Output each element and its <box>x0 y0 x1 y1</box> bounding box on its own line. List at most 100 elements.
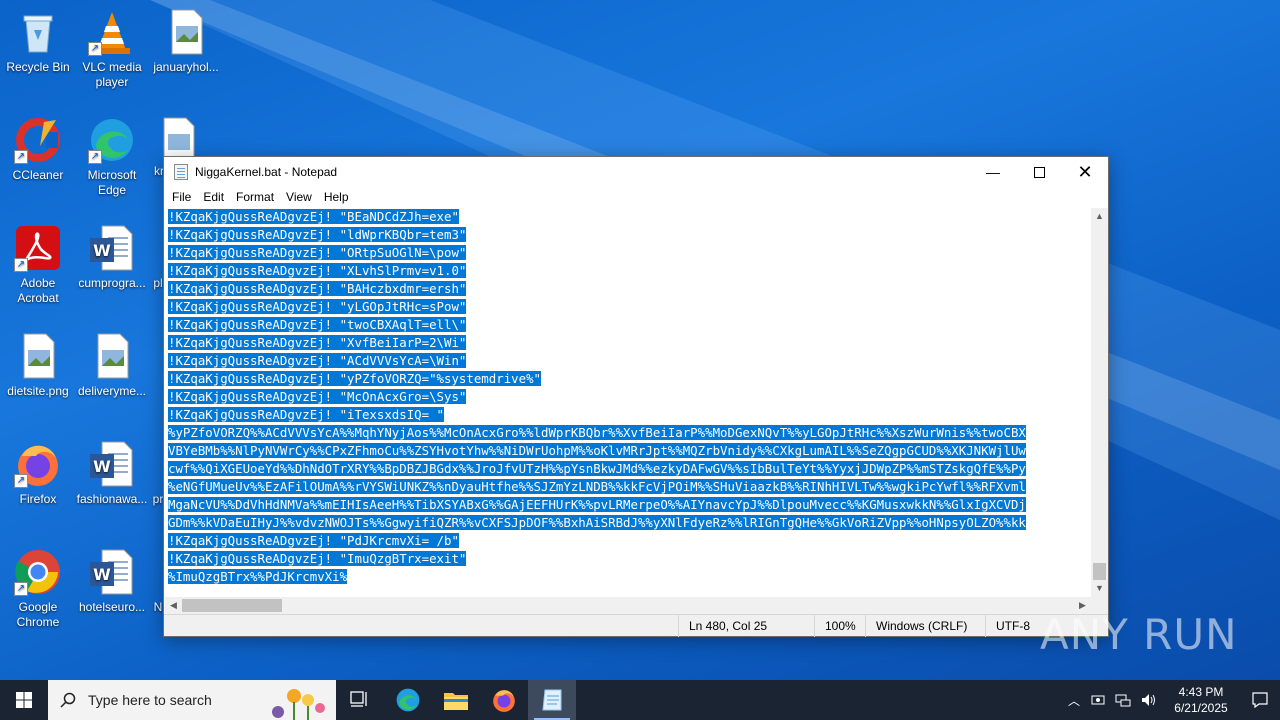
image-file-icon <box>14 332 62 380</box>
search-placeholder: Type here to search <box>88 692 212 708</box>
desktop-icon-hotelseuro[interactable]: W hotelseuro... <box>74 548 150 615</box>
editor-line[interactable]: !KZqaKjgQussReADgvzEj! "ImuQzgBTrx=exit" <box>165 550 1091 568</box>
task-view-button[interactable] <box>336 680 384 720</box>
search-highlight-flowers-icon <box>272 689 325 720</box>
show-hidden-icons-chevron-icon[interactable]: ︿ <box>1062 692 1086 709</box>
editor-line[interactable]: !KZqaKjgQussReADgvzEj! "yPZfoVORZQ="%sys… <box>165 370 1091 388</box>
desktop-icon-label: Adobe Acrobat <box>17 276 59 305</box>
shortcut-arrow-icon: ↗ <box>88 42 102 56</box>
close-button[interactable]: ✕ <box>1062 157 1108 187</box>
desktop-icon-deliveryme[interactable]: deliveryme... <box>74 332 150 399</box>
editor-line[interactable]: !KZqaKjgQussReADgvzEj! "PdJKrcmvXi= /b" <box>165 532 1091 550</box>
desktop-icon-label: Google Chrome <box>16 600 60 629</box>
chrome-icon: ↗ <box>14 548 62 596</box>
svg-text:W: W <box>93 565 111 584</box>
selected-text: !KZqaKjgQussReADgvzEj! "XLvhSlPrmv=v1.0" <box>168 263 467 278</box>
desktop-icon-label: Recycle Bin <box>6 60 70 74</box>
menu-file[interactable]: File <box>166 190 197 204</box>
editor-line[interactable]: !KZqaKjgQussReADgvzEj! "ACdVVVsYcA=\Win" <box>165 352 1091 370</box>
desktop-icon-ccleaner[interactable]: ↗ CCleaner <box>0 116 76 183</box>
menu-view[interactable]: View <box>280 190 318 204</box>
desktop-icon-label: CCleaner <box>12 168 64 182</box>
notepad-window[interactable]: NiggaKernel.bat - Notepad — ✕ File Edit … <box>163 156 1109 637</box>
desktop-icon-label: Microsoft Edge <box>87 168 137 197</box>
editor-line[interactable]: MgaNcVU%%DdVhHdNMVa%%mEIHIsAeeH%%TibXSYA… <box>165 496 1091 514</box>
anyrun-watermark: ANY RUN <box>1040 610 1238 659</box>
menu-edit[interactable]: Edit <box>197 190 230 204</box>
editor-line[interactable]: GDm%%kVDaEuIHyJ%%vdvzNWOJTs%%GgwyifiQZR%… <box>165 514 1091 532</box>
title-bar[interactable]: NiggaKernel.bat - Notepad — ✕ <box>164 157 1108 187</box>
desktop-icon-edge[interactable]: ↗ Microsoft Edge <box>74 116 150 198</box>
desktop-icon-label: hotelseuro... <box>78 600 146 614</box>
desktop-icon-dietsite[interactable]: dietsite.png <box>0 332 76 399</box>
desktop-icon-label: cumprogra... <box>78 276 146 290</box>
editor-line[interactable]: !KZqaKjgQussReADgvzEj! "BEaNDCdZJh=exe" <box>165 208 1091 226</box>
desktop-icon-recycle-bin[interactable]: Recycle Bin <box>0 8 76 75</box>
maximize-icon <box>1033 166 1045 178</box>
editor-line[interactable]: %eNGfUMueUv%%EzAFilOUmA%%rVYSWiUNKZ%%nDy… <box>165 478 1091 496</box>
status-zoom: 100% <box>814 615 856 637</box>
taskbar: Type here to search ︿ 4:43 PM 6/21/2025 <box>0 680 1280 720</box>
scroll-up-icon[interactable]: ▲ <box>1091 208 1108 225</box>
desktop-icon-fashionawa[interactable]: W fashionawa... <box>74 440 150 507</box>
desktop-icon-vlc[interactable]: ↗ VLC media player <box>74 8 150 90</box>
editor-line[interactable]: !KZqaKjgQussReADgvzEj! "twoCBXAqlT=ell\" <box>165 316 1091 334</box>
notepad-icon <box>542 689 562 711</box>
system-clock[interactable]: 4:43 PM 6/21/2025 <box>1162 684 1240 716</box>
selected-text: %eNGfUMueUv%%EzAFilOUmA%%rVYSWiUNKZ%%nDy… <box>168 479 1026 494</box>
scroll-down-icon[interactable]: ▼ <box>1091 580 1108 597</box>
desktop-icon-chrome[interactable]: ↗ Google Chrome <box>0 548 76 630</box>
menu-help[interactable]: Help <box>318 190 355 204</box>
horizontal-scroll-thumb[interactable] <box>182 599 282 612</box>
editor-line[interactable]: !KZqaKjgQussReADgvzEj! "iTexsxdsIQ= " <box>165 406 1091 424</box>
maximize-button[interactable] <box>1016 157 1062 187</box>
taskbar-edge[interactable] <box>384 680 432 720</box>
selected-text: !KZqaKjgQussReADgvzEj! "ACdVVVsYcA=\Win" <box>168 353 467 368</box>
volume-icon[interactable] <box>1141 693 1157 707</box>
shortcut-arrow-icon: ↗ <box>14 474 28 488</box>
vertical-scroll-thumb[interactable] <box>1093 563 1106 580</box>
editor-line[interactable]: cwf%%QiXGEUoeYd%%DhNdOTrXRY%%BpDBZJBGdx%… <box>165 460 1091 478</box>
folder-icon <box>444 693 468 710</box>
taskbar-search-box[interactable]: Type here to search <box>48 680 336 720</box>
minimize-button[interactable]: — <box>970 157 1016 187</box>
menu-format[interactable]: Format <box>230 190 280 204</box>
shortcut-arrow-icon: ↗ <box>14 150 28 164</box>
selected-text: %ImuQzgBTrx%%PdJKrcmvXi% <box>168 569 348 584</box>
selected-text: VBYeBMb%%NlPyNVWrCy%%CPxZFhmoCu%%ZSYHvot… <box>168 443 1026 458</box>
desktop-icon-cumprogra[interactable]: W cumprogra... <box>74 224 150 291</box>
vertical-scrollbar[interactable]: ▲ ▼ <box>1091 208 1108 597</box>
network-icon[interactable] <box>1115 693 1131 707</box>
clock-date: 6/21/2025 <box>1174 701 1228 715</box>
desktop-icon-januaryhol[interactable]: januaryhol... <box>148 8 224 75</box>
taskbar-file-explorer[interactable] <box>432 680 480 720</box>
firefox-icon <box>493 690 515 712</box>
editor-line[interactable]: !KZqaKjgQussReADgvzEj! "yLGOpJtRHc=sPow" <box>165 298 1091 316</box>
editor-line[interactable]: !KZqaKjgQussReADgvzEj! "XLvhSlPrmv=v1.0" <box>165 262 1091 280</box>
action-center-button[interactable] <box>1240 680 1280 720</box>
text-editor[interactable]: !KZqaKjgQussReADgvzEj! "BEaNDCdZJh=exe"!… <box>165 208 1091 597</box>
taskbar-notepad[interactable] <box>528 680 576 720</box>
editor-line[interactable]: !KZqaKjgQussReADgvzEj! "XvfBeiIarP=2\Wi" <box>165 334 1091 352</box>
editor-line[interactable]: !KZqaKjgQussReADgvzEj! "BAHczbxdmr=ersh" <box>165 280 1091 298</box>
editor-line[interactable]: %ImuQzgBTrx%%PdJKrcmvXi% <box>165 568 1091 586</box>
selected-text: !KZqaKjgQussReADgvzEj! "BEaNDCdZJh=exe" <box>168 209 459 224</box>
menu-bar: File Edit Format View Help <box>164 187 1108 207</box>
editor-line[interactable]: VBYeBMb%%NlPyNVWrCy%%CPxZFhmoCu%%ZSYHvot… <box>165 442 1091 460</box>
window-title: NiggaKernel.bat - Notepad <box>195 165 338 179</box>
desktop-icon-acrobat[interactable]: ↗ Adobe Acrobat <box>0 224 76 306</box>
editor-line[interactable]: %yPZfoVORZQ%%ACdVVVsYcA%%MqhYNyjAos%%McO… <box>165 424 1091 442</box>
scroll-left-icon[interactable]: ◀ <box>165 597 182 614</box>
editor-line[interactable]: !KZqaKjgQussReADgvzEj! "ldWprKBQbr=tem3" <box>165 226 1091 244</box>
horizontal-scrollbar[interactable]: ◀ ▶ <box>165 597 1091 614</box>
firefox-icon: ↗ <box>14 440 62 488</box>
battery-icon[interactable] <box>1091 693 1105 707</box>
start-button[interactable] <box>0 680 48 720</box>
editor-line[interactable]: !KZqaKjgQussReADgvzEj! "ORtpSuOGlN=\pow" <box>165 244 1091 262</box>
desktop-icon-firefox[interactable]: ↗ Firefox <box>0 440 76 507</box>
status-cursor-position: Ln 480, Col 25 <box>678 615 767 637</box>
image-file-icon <box>162 8 210 56</box>
taskbar-firefox[interactable] <box>480 680 528 720</box>
editor-line[interactable]: !KZqaKjgQussReADgvzEj! "McOnAcxGro=\Sys" <box>165 388 1091 406</box>
edge-icon: ↗ <box>88 116 136 164</box>
